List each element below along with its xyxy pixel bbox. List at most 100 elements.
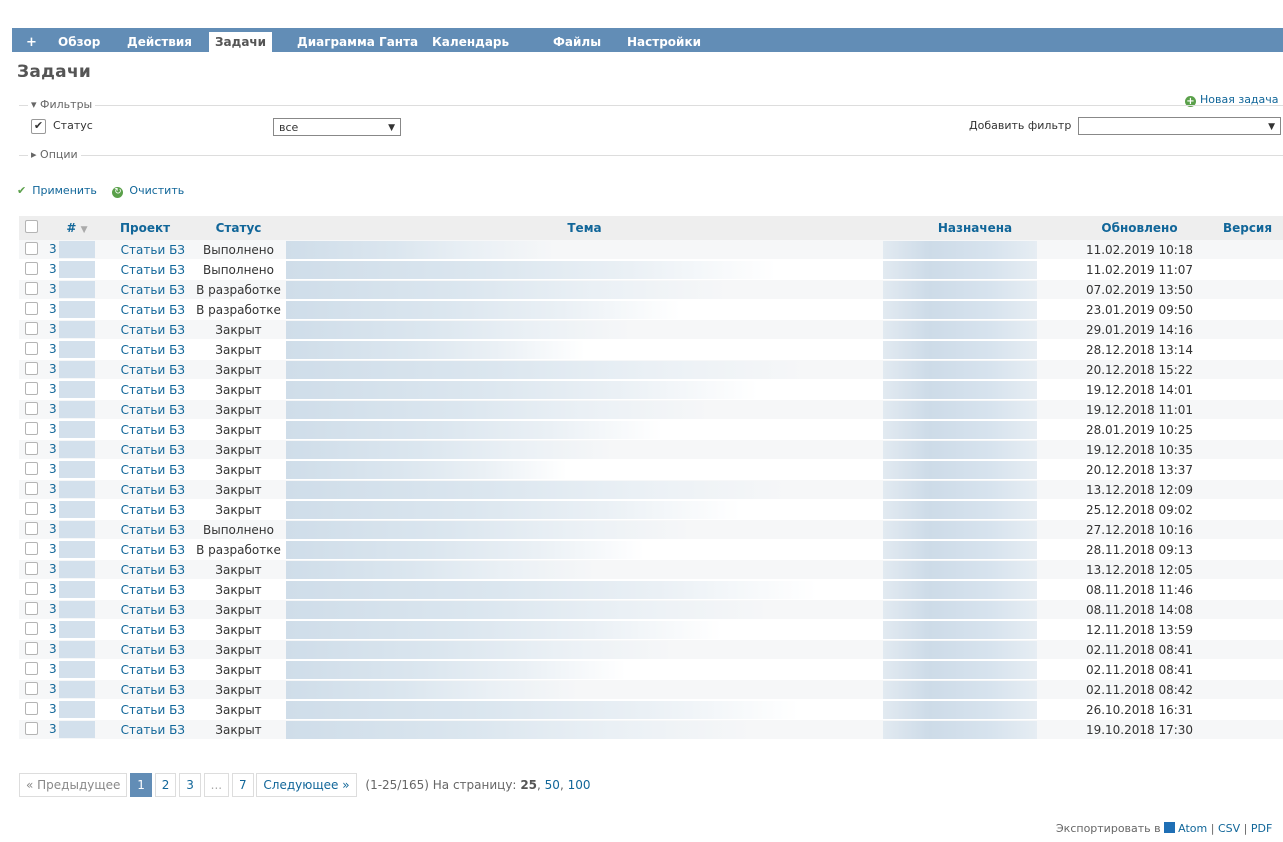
issue-id[interactable]: 3 [43, 559, 105, 580]
issue-id[interactable]: 3 [43, 499, 105, 520]
table-row[interactable]: 3 Статьи БЗ Выполнено 27.12.2018 10:16 [19, 519, 1283, 540]
issue-project[interactable]: Статьи БЗ [105, 719, 191, 740]
issue-id[interactable]: 3 [43, 539, 105, 560]
issue-subject[interactable] [286, 579, 883, 600]
issue-project[interactable]: Статьи БЗ [105, 599, 191, 620]
col-header-project[interactable]: Проект [105, 216, 191, 240]
issue-subject[interactable] [286, 619, 883, 640]
issue-project[interactable]: Статьи БЗ [105, 319, 191, 340]
issue-id-text[interactable]: 3 [49, 262, 57, 276]
issue-project[interactable]: Статьи БЗ [105, 559, 191, 580]
issue-id-text[interactable]: 3 [49, 322, 57, 336]
issue-id[interactable]: 3 [43, 619, 105, 640]
row-checkbox[interactable] [24, 461, 38, 475]
issue-id-text[interactable]: 3 [49, 282, 57, 296]
issue-assignee[interactable] [883, 259, 1067, 280]
issue-id-text[interactable]: 3 [49, 302, 57, 316]
issue-subject[interactable] [286, 419, 883, 440]
issue-subject[interactable] [286, 559, 883, 580]
table-row[interactable]: 3 Статьи БЗ Закрыт 19.12.2018 10:35 [19, 439, 1283, 460]
table-row[interactable]: 3 Статьи БЗ В разработке 28.11.2018 09:13 [19, 539, 1283, 560]
issue-project[interactable]: Статьи БЗ [105, 379, 191, 400]
issue-project[interactable]: Статьи БЗ [105, 419, 191, 440]
row-checkbox[interactable] [24, 241, 38, 255]
issue-assignee[interactable] [883, 279, 1067, 300]
issue-project[interactable]: Статьи БЗ [105, 259, 191, 280]
issue-project[interactable]: Статьи БЗ [105, 240, 191, 260]
table-row[interactable]: 3 Статьи БЗ В разработке 07.02.2019 13:50 [19, 279, 1283, 300]
table-row[interactable]: 3 Статьи БЗ Закрыт 13.12.2018 12:05 [19, 559, 1283, 580]
issue-assignee[interactable] [883, 539, 1067, 560]
issue-id[interactable]: 3 [43, 579, 105, 600]
issue-subject[interactable] [286, 479, 883, 500]
issue-assignee[interactable] [883, 599, 1067, 620]
issue-id-text[interactable]: 3 [49, 642, 57, 656]
tab-activity[interactable]: Действия [127, 33, 192, 52]
issue-id-text[interactable]: 3 [49, 582, 57, 596]
issue-subject[interactable] [286, 259, 883, 280]
table-row[interactable]: 3 Статьи БЗ Закрыт 20.12.2018 13:37 [19, 459, 1283, 480]
table-row[interactable]: 3 Статьи БЗ Закрыт 02.11.2018 08:41 [19, 639, 1283, 660]
issue-project[interactable]: Статьи БЗ [105, 659, 191, 680]
table-row[interactable]: 3 Статьи БЗ Закрыт 08.11.2018 11:46 [19, 579, 1283, 600]
issue-assignee[interactable] [883, 699, 1067, 720]
issue-project[interactable]: Статьи БЗ [105, 399, 191, 420]
issue-id[interactable]: 3 [43, 419, 105, 440]
export-pdf[interactable]: PDF [1251, 822, 1272, 835]
issue-id-text[interactable]: 3 [49, 442, 57, 456]
issue-assignee[interactable] [883, 359, 1067, 380]
row-checkbox[interactable] [24, 561, 38, 575]
table-row[interactable]: 3 Статьи БЗ Закрыт 02.11.2018 08:41 [19, 659, 1283, 680]
table-row[interactable]: 3 Статьи БЗ Закрыт 13.12.2018 12:09 [19, 479, 1283, 500]
table-row[interactable]: 3 Статьи БЗ Выполнено 11.02.2019 11:07 [19, 259, 1283, 280]
row-checkbox[interactable] [24, 661, 38, 675]
issue-project[interactable]: Статьи БЗ [105, 479, 191, 500]
col-header-status[interactable]: Статус [191, 216, 286, 240]
table-row[interactable]: 3 Статьи БЗ Закрыт 29.01.2019 14:16 [19, 319, 1283, 340]
issue-id[interactable]: 3 [43, 399, 105, 420]
issue-id-text[interactable]: 3 [49, 402, 57, 416]
tab-issues[interactable]: Задачи [209, 32, 273, 52]
issue-id-text[interactable]: 3 [49, 662, 57, 676]
table-row[interactable]: 3 Статьи БЗ Закрыт 19.12.2018 14:01 [19, 379, 1283, 400]
table-row[interactable]: 3 Статьи БЗ Закрыт 20.12.2018 15:22 [19, 359, 1283, 380]
issue-assignee[interactable] [883, 399, 1067, 420]
issue-subject[interactable] [286, 719, 883, 740]
issue-assignee[interactable] [883, 479, 1067, 500]
apply-button[interactable]: ✔ Применить [17, 184, 103, 197]
select-all-header[interactable] [19, 216, 43, 240]
col-header-subject[interactable]: Тема [286, 216, 883, 240]
issue-id[interactable]: 3 [43, 479, 105, 500]
export-atom[interactable]: Atom [1178, 822, 1207, 835]
issue-id[interactable]: 3 [43, 339, 105, 360]
issue-assignee[interactable] [883, 659, 1067, 680]
table-row[interactable]: 3 Статьи БЗ В разработке 23.01.2019 09:50 [19, 299, 1283, 320]
issue-id-text[interactable]: 3 [49, 482, 57, 496]
issue-id[interactable]: 3 [43, 299, 105, 320]
row-checkbox[interactable] [24, 581, 38, 595]
issue-id[interactable]: 3 [43, 639, 105, 660]
tab-new[interactable]: + [26, 33, 37, 52]
issue-assignee[interactable] [883, 319, 1067, 340]
issue-id[interactable]: 3 [43, 699, 105, 720]
issue-assignee[interactable] [883, 379, 1067, 400]
table-row[interactable]: 3 Статьи БЗ Закрыт 26.10.2018 16:31 [19, 699, 1283, 720]
issue-project[interactable]: Статьи БЗ [105, 639, 191, 660]
col-header-assignee[interactable]: Назначена [883, 216, 1067, 240]
row-checkbox[interactable] [24, 361, 38, 375]
add-filter-select[interactable]: ▼ [1078, 117, 1281, 135]
row-checkbox[interactable] [24, 701, 38, 715]
issue-id-text[interactable]: 3 [49, 422, 57, 436]
page-2[interactable]: 2 [154, 773, 177, 797]
issue-id-text[interactable]: 3 [49, 602, 57, 616]
issue-id[interactable]: 3 [43, 599, 105, 620]
next-page-button[interactable]: Следующее » [256, 773, 357, 797]
issue-id[interactable]: 3 [43, 439, 105, 460]
issue-id[interactable]: 3 [43, 279, 105, 300]
issue-assignee[interactable] [883, 419, 1067, 440]
row-checkbox[interactable] [24, 501, 38, 515]
issue-subject[interactable] [286, 240, 883, 260]
row-checkbox[interactable] [24, 341, 38, 355]
clear-button[interactable]: ↻ Очистить [112, 184, 190, 198]
issue-id[interactable]: 3 [43, 519, 105, 540]
